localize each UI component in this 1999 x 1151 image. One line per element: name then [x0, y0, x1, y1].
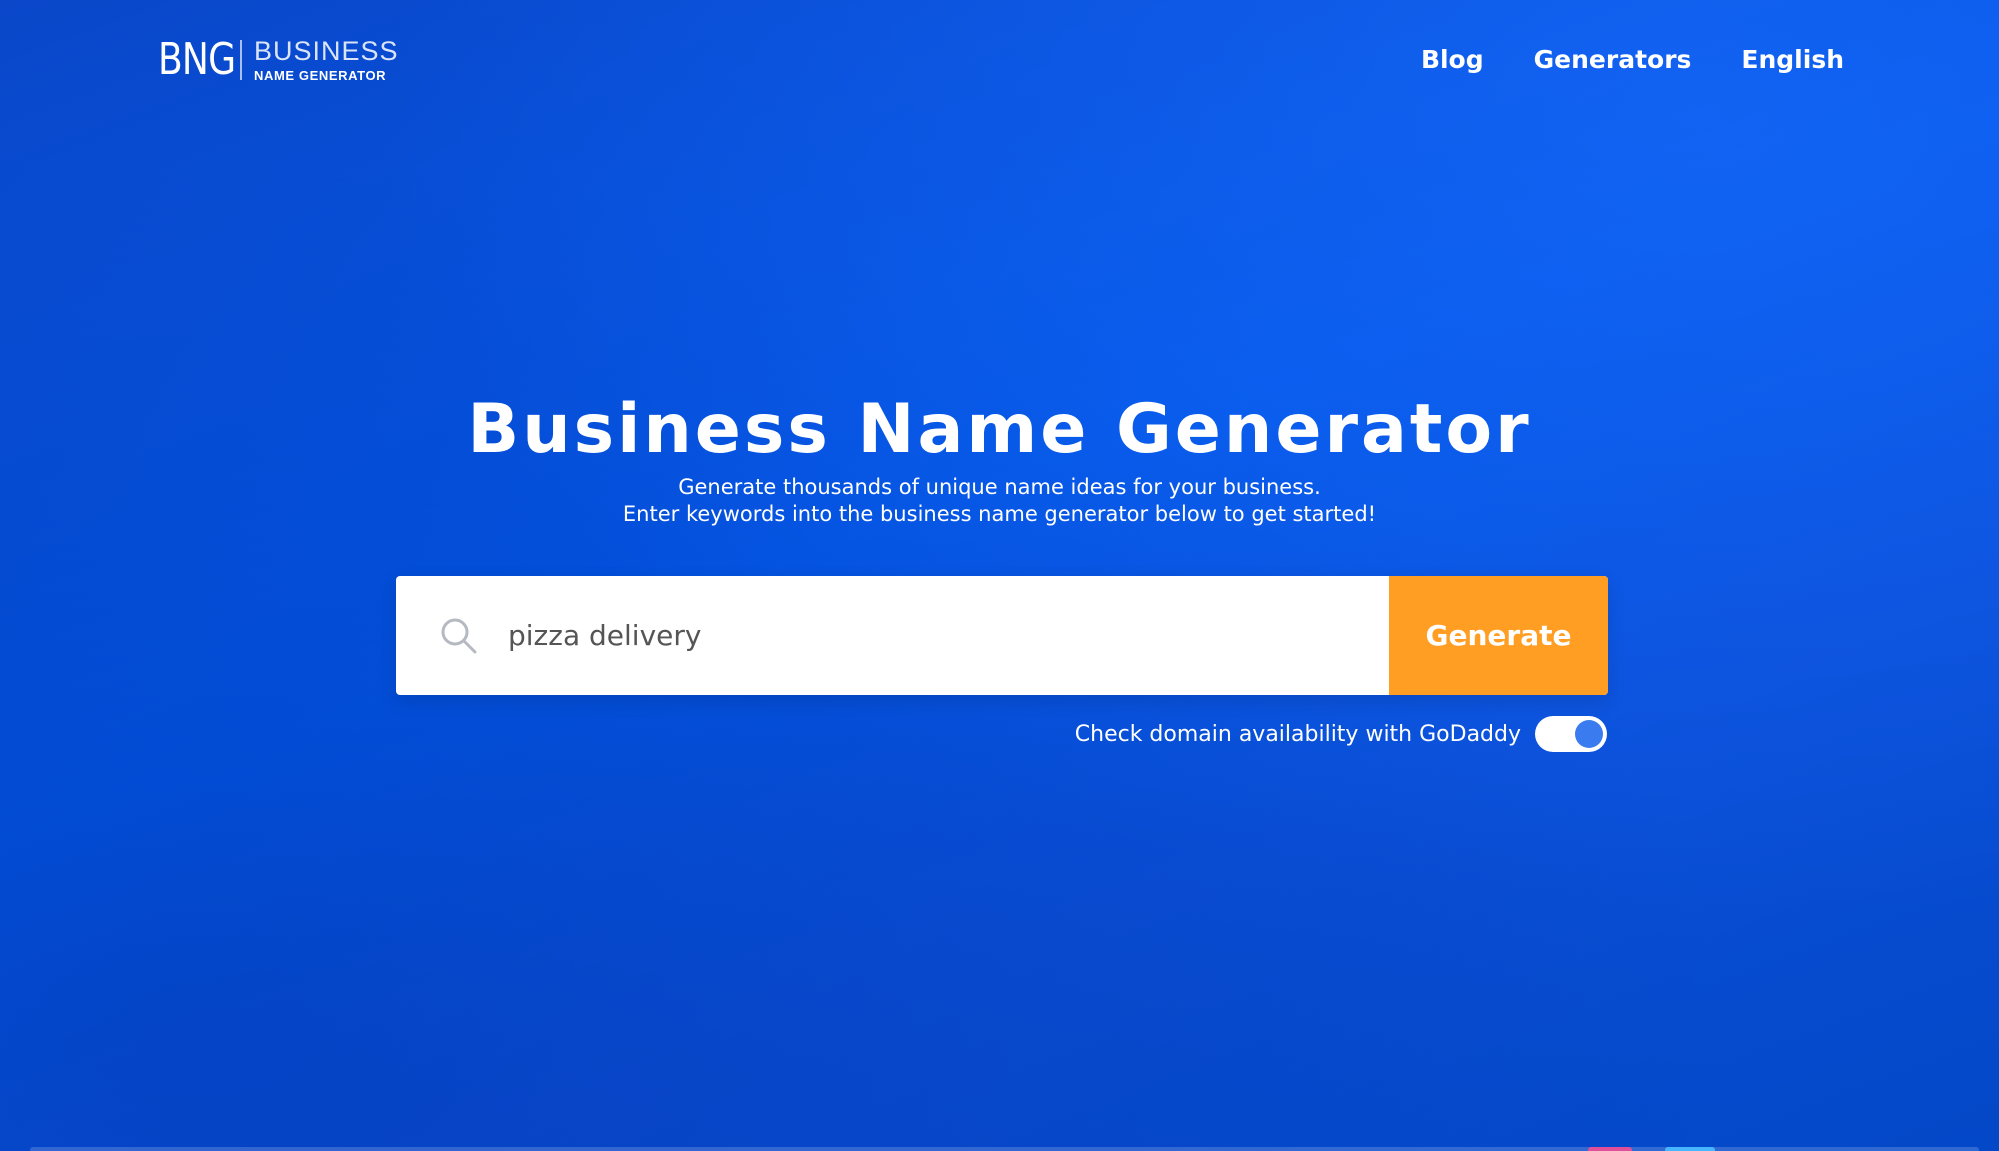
nav-language-link[interactable]: English	[1741, 45, 1844, 74]
logo-text: BUSINESS NAME GENERATOR	[254, 36, 399, 83]
page-title: Business Name Generator	[467, 390, 1532, 469]
subtitle-line-2: Enter keywords into the business name ge…	[622, 502, 1377, 526]
bottom-indicator-blue	[1665, 1147, 1715, 1151]
domain-check-row: Check domain availability with GoDaddy	[1075, 716, 1607, 752]
search-icon	[396, 576, 508, 695]
main-nav: Blog Generators English	[1421, 45, 1844, 74]
toggle-knob	[1575, 720, 1603, 748]
bottom-indicator-pink	[1588, 1147, 1632, 1151]
logo-text-bottom: NAME GENERATOR	[254, 68, 387, 83]
generate-button[interactable]: Generate	[1389, 576, 1608, 695]
nav-generators-link[interactable]: Generators	[1534, 45, 1692, 74]
search-form: Generate	[396, 576, 1608, 695]
subtitle-line-1: Generate thousands of unique name ideas …	[678, 475, 1321, 499]
domain-check-toggle[interactable]	[1535, 716, 1607, 752]
site-header: BNG BUSINESS NAME GENERATOR Blog Generat…	[0, 0, 1999, 130]
logo-text-top: BUSINESS	[254, 36, 399, 66]
nav-blog-link[interactable]: Blog	[1421, 45, 1484, 74]
logo[interactable]: BNG BUSINESS NAME GENERATOR	[158, 34, 399, 85]
search-input[interactable]	[508, 576, 1389, 695]
page-subtitle: Generate thousands of unique name ideas …	[0, 474, 1999, 528]
logo-mark: BNG	[158, 34, 236, 85]
domain-check-label: Check domain availability with GoDaddy	[1074, 721, 1521, 747]
logo-divider	[240, 40, 242, 80]
